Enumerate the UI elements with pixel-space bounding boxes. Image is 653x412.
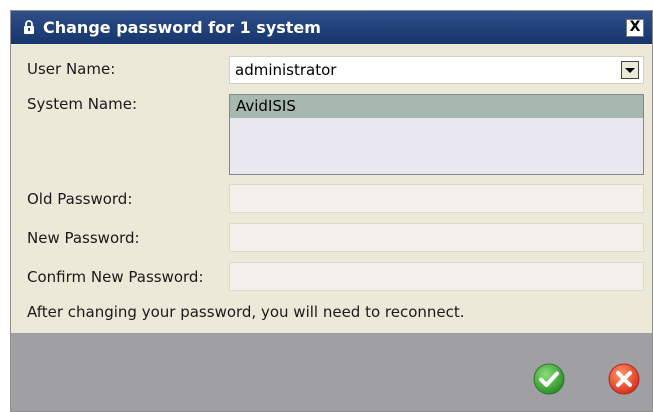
- user-name-select[interactable]: administrator: [229, 56, 644, 84]
- confirm-password-label: Confirm New Password:: [27, 268, 204, 286]
- dropdown-arrow-icon[interactable]: [621, 61, 639, 79]
- new-password-field[interactable]: [229, 223, 644, 252]
- close-button[interactable]: X: [626, 19, 644, 37]
- old-password-field[interactable]: [229, 184, 644, 213]
- cancel-x-icon[interactable]: [607, 362, 641, 396]
- list-item[interactable]: AvidISIS: [230, 95, 643, 118]
- system-item-label: AvidISIS: [236, 97, 296, 115]
- dialog-title: Change password for 1 system: [43, 18, 321, 37]
- new-password-label: New Password:: [27, 229, 140, 247]
- user-name-label: User Name:: [27, 60, 116, 78]
- reconnect-note: After changing your password, you will n…: [27, 303, 465, 321]
- confirm-password-field[interactable]: [229, 262, 644, 291]
- system-name-label: System Name:: [27, 95, 138, 113]
- user-name-value: administrator: [235, 61, 337, 79]
- change-password-dialog: Change password for 1 system X User Name…: [10, 10, 653, 412]
- ok-checkmark-icon[interactable]: [532, 362, 566, 396]
- title-bar[interactable]: Change password for 1 system X: [11, 11, 652, 44]
- lock-icon: [24, 20, 34, 34]
- old-password-label: Old Password:: [27, 190, 133, 208]
- system-name-list[interactable]: AvidISIS: [229, 94, 644, 175]
